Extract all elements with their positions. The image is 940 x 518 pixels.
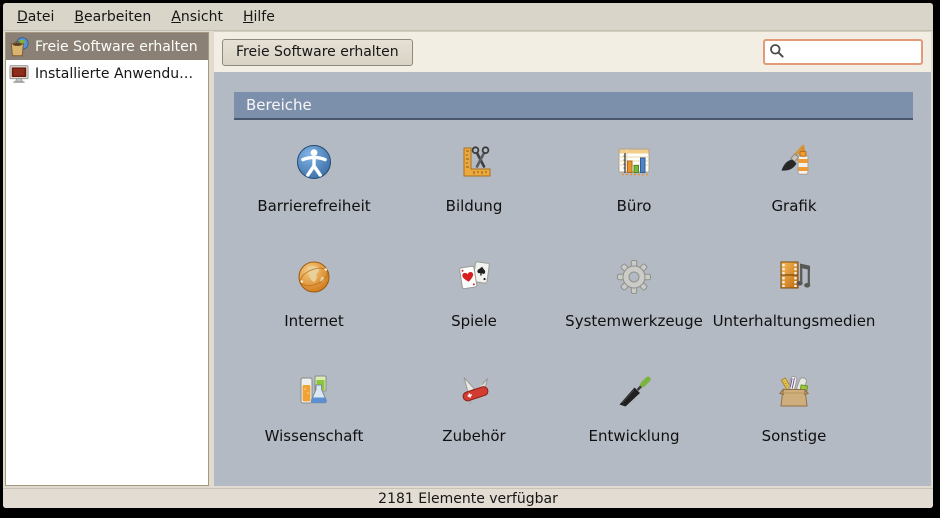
sidebar-item-installed-applications[interactable]: Installierte Anwendu… (6, 60, 208, 87)
search-wrap (763, 39, 923, 65)
search-input[interactable] (763, 39, 923, 65)
window-body: Freie Software erhalten Installierte Anw… (3, 31, 933, 488)
categories-view: Bereiche Barrierefreiheit Bildung Büro G… (214, 72, 931, 486)
education-icon (454, 142, 494, 182)
development-icon (614, 372, 654, 412)
category-grafik[interactable]: Grafik (714, 142, 874, 215)
office-icon (614, 142, 654, 182)
menubar: Datei Bearbeiten Ansicht Hilfe (3, 3, 933, 31)
category-zubehoer[interactable]: Zubehör (394, 372, 554, 445)
graphics-icon (774, 142, 814, 182)
category-buero[interactable]: Büro (554, 142, 714, 215)
category-barrierefreiheit[interactable]: Barrierefreiheit (234, 142, 394, 215)
category-sonstige[interactable]: Sonstige (714, 372, 874, 445)
category-label: Systemwerkzeuge (565, 312, 703, 330)
accessibility-icon (294, 142, 334, 182)
category-label: Unterhaltungsmedien (712, 312, 876, 330)
toolbar: Freie Software erhalten (214, 31, 931, 72)
menu-datei[interactable]: Datei (7, 5, 64, 29)
other-icon (774, 372, 814, 412)
section-header-bereiche: Bereiche (234, 92, 913, 120)
accessories-icon (454, 372, 494, 412)
sidebar: Freie Software erhalten Installierte Anw… (5, 32, 209, 486)
sidebar-item-label: Freie Software erhalten (35, 38, 198, 55)
science-icon (294, 372, 334, 412)
category-internet[interactable]: Internet (234, 257, 394, 330)
sidebar-item-get-free-software[interactable]: Freie Software erhalten (6, 33, 208, 60)
sidebar-item-label: Installierte Anwendu… (35, 65, 194, 82)
category-wissenschaft[interactable]: Wissenschaft (234, 372, 394, 445)
category-label: Spiele (451, 312, 497, 330)
category-label: Zubehör (442, 427, 506, 445)
category-grid: Barrierefreiheit Bildung Büro Grafik Int… (234, 142, 931, 445)
category-bildung[interactable]: Bildung (394, 142, 554, 215)
installed-applications-icon (8, 63, 30, 85)
menu-ansicht[interactable]: Ansicht (161, 5, 233, 29)
category-label: Internet (284, 312, 344, 330)
menu-bearbeiten[interactable]: Bearbeiten (64, 5, 161, 29)
category-label: Bildung (445, 197, 503, 215)
statusbar: 2181 Elemente verfügbar (3, 488, 933, 508)
media-icon (774, 257, 814, 297)
system-tools-icon (614, 257, 654, 297)
category-label: Wissenschaft (264, 427, 364, 445)
breadcrumb-get-free-software-button[interactable]: Freie Software erhalten (222, 38, 413, 66)
category-spiele[interactable]: Spiele (394, 257, 554, 330)
category-label: Entwicklung (588, 427, 680, 445)
games-icon (454, 257, 494, 297)
category-label: Sonstige (761, 427, 827, 445)
statusbar-text: 2181 Elemente verfügbar (378, 490, 558, 507)
menu-hilfe[interactable]: Hilfe (233, 5, 285, 29)
software-center-window: Datei Bearbeiten Ansicht Hilfe Freie Sof… (3, 3, 933, 508)
category-label: Barrierefreiheit (257, 197, 371, 215)
category-label: Grafik (771, 197, 817, 215)
category-systemwerkzeuge[interactable]: Systemwerkzeuge (554, 257, 714, 330)
get-free-software-icon (8, 36, 30, 58)
category-entwicklung[interactable]: Entwicklung (554, 372, 714, 445)
category-unterhaltungsmedien[interactable]: Unterhaltungsmedien (712, 257, 876, 330)
main-pane: Freie Software erhalten Bereiche Barrier… (214, 31, 931, 486)
category-label: Büro (616, 197, 652, 215)
internet-icon (294, 257, 334, 297)
